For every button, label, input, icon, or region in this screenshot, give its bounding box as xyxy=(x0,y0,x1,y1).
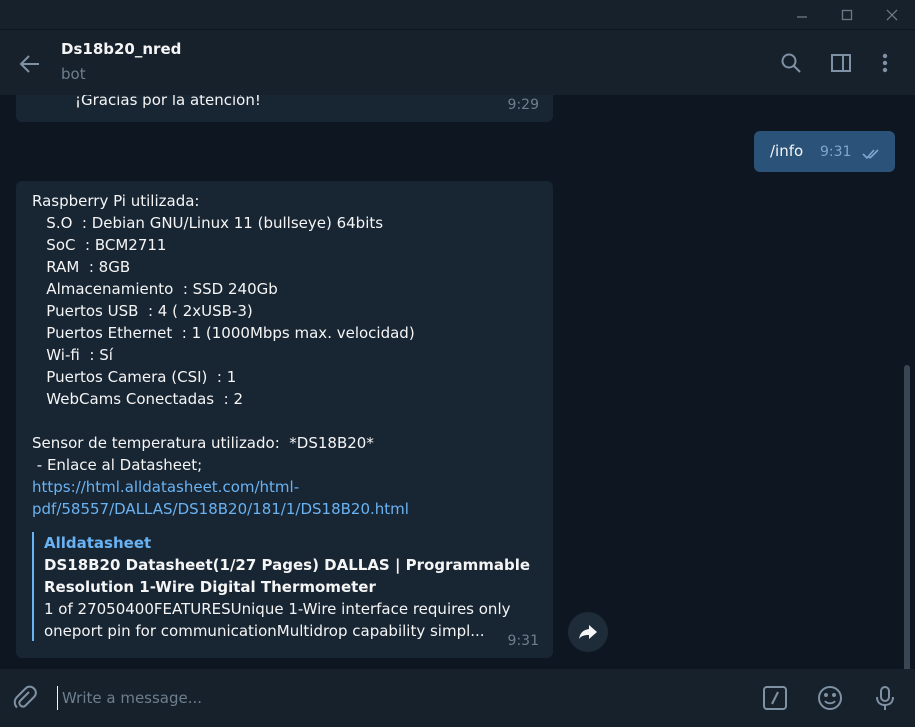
microphone-icon xyxy=(876,686,894,710)
info-line: Puertos Camera (CSI) : 1 xyxy=(32,368,237,386)
message-time: 9:29 xyxy=(507,97,539,113)
window-titlebar xyxy=(0,0,915,29)
info-line: Puertos USB : 4 ( 2xUSB-3) xyxy=(32,302,253,320)
share-button[interactable] xyxy=(568,612,608,652)
search-icon xyxy=(781,53,801,73)
paperclip-icon xyxy=(13,685,37,709)
scrollbar[interactable] xyxy=(904,365,910,669)
sidebar-toggle-button[interactable] xyxy=(824,46,858,80)
info-line: Wi-fi : Sí xyxy=(32,346,113,364)
minimize-icon xyxy=(797,15,807,18)
info-line: WebCams Conectadas : 2 xyxy=(32,390,244,408)
microphone-button[interactable] xyxy=(866,679,904,717)
close-icon xyxy=(886,9,898,20)
message-bubble-outgoing[interactable]: /info 9:31 xyxy=(754,131,895,172)
close-button[interactable] xyxy=(870,0,914,29)
message-time: 9:31 xyxy=(507,633,539,649)
maximize-icon xyxy=(841,9,853,20)
preview-description-continued: oneport pin for communicationMultidrop c… xyxy=(44,622,485,640)
preview-title-continued: Resolution 1-Wire Digital Thermometer xyxy=(44,578,376,596)
chat-title[interactable]: Ds18b20_nred xyxy=(61,40,181,58)
back-arrow-icon xyxy=(19,55,39,73)
maximize-button[interactable] xyxy=(825,0,869,29)
message-text: ¡Gracias por la atención! xyxy=(75,95,261,109)
message-composer xyxy=(0,669,915,727)
info-line: Almacenamiento : SSD 240Gb xyxy=(32,280,278,298)
info-line: SoC : BCM2711 xyxy=(32,236,167,254)
info-line-blank xyxy=(32,410,415,432)
more-menu-button[interactable] xyxy=(868,46,902,80)
datasheet-link-continued[interactable]: pdf/58557/DALLAS/DS18B20/181/1/DS18B20.h… xyxy=(32,498,415,520)
preview-site-name: Alldatasheet xyxy=(44,534,152,552)
info-line: Raspberry Pi utilizada: xyxy=(32,192,200,210)
message-input[interactable] xyxy=(57,686,737,710)
message-text: /info xyxy=(770,142,804,160)
info-line: Puertos Ethernet : 1 (1000Mbps max. velo… xyxy=(32,324,415,342)
bot-commands-button[interactable] xyxy=(756,679,794,717)
back-button[interactable] xyxy=(12,46,48,82)
info-text-block: Raspberry Pi utilizada: S.O : Debian GNU… xyxy=(32,190,415,520)
search-button[interactable] xyxy=(774,46,808,80)
chat-header: Ds18b20_nred bot xyxy=(0,29,915,95)
message-bubble-previous[interactable]: ¡Gracias por la atención! 9:29 xyxy=(16,95,553,122)
minimize-button[interactable] xyxy=(780,0,824,29)
emoji-button[interactable] xyxy=(811,679,849,717)
message-bubble-info[interactable]: Raspberry Pi utilizada: S.O : Debian GNU… xyxy=(16,181,553,658)
bot-commands-icon xyxy=(763,686,787,710)
attach-button[interactable] xyxy=(6,679,44,717)
share-icon xyxy=(579,625,597,639)
datasheet-link[interactable]: https://html.alldatasheet.com/html- xyxy=(32,476,415,498)
sidebar-toggle-icon xyxy=(831,54,851,72)
info-line: S.O : Debian GNU/Linux 11 (bullseye) 64b… xyxy=(32,214,384,232)
preview-title: DS18B20 Datasheet(1/27 Pages) DALLAS | P… xyxy=(44,556,531,574)
link-preview[interactable]: Alldatasheet DS18B20 Datasheet(1/27 Page… xyxy=(32,532,531,641)
info-line: - Enlace al Datasheet; xyxy=(32,456,203,474)
message-time: 9:31 xyxy=(820,144,852,160)
chat-status: bot xyxy=(61,65,86,83)
emoji-icon xyxy=(818,686,842,710)
message-list[interactable]: ¡Gracias por la atención! 9:29 /info 9:3… xyxy=(0,95,915,669)
preview-description: 1 of 27050400FEATURESUnique 1-Wire inter… xyxy=(44,600,511,618)
info-line: RAM : 8GB xyxy=(32,258,131,276)
more-vertical-icon xyxy=(882,53,888,73)
info-line: Sensor de temperatura utilizado: *DS18B2… xyxy=(32,434,374,452)
double-check-icon xyxy=(862,149,879,160)
